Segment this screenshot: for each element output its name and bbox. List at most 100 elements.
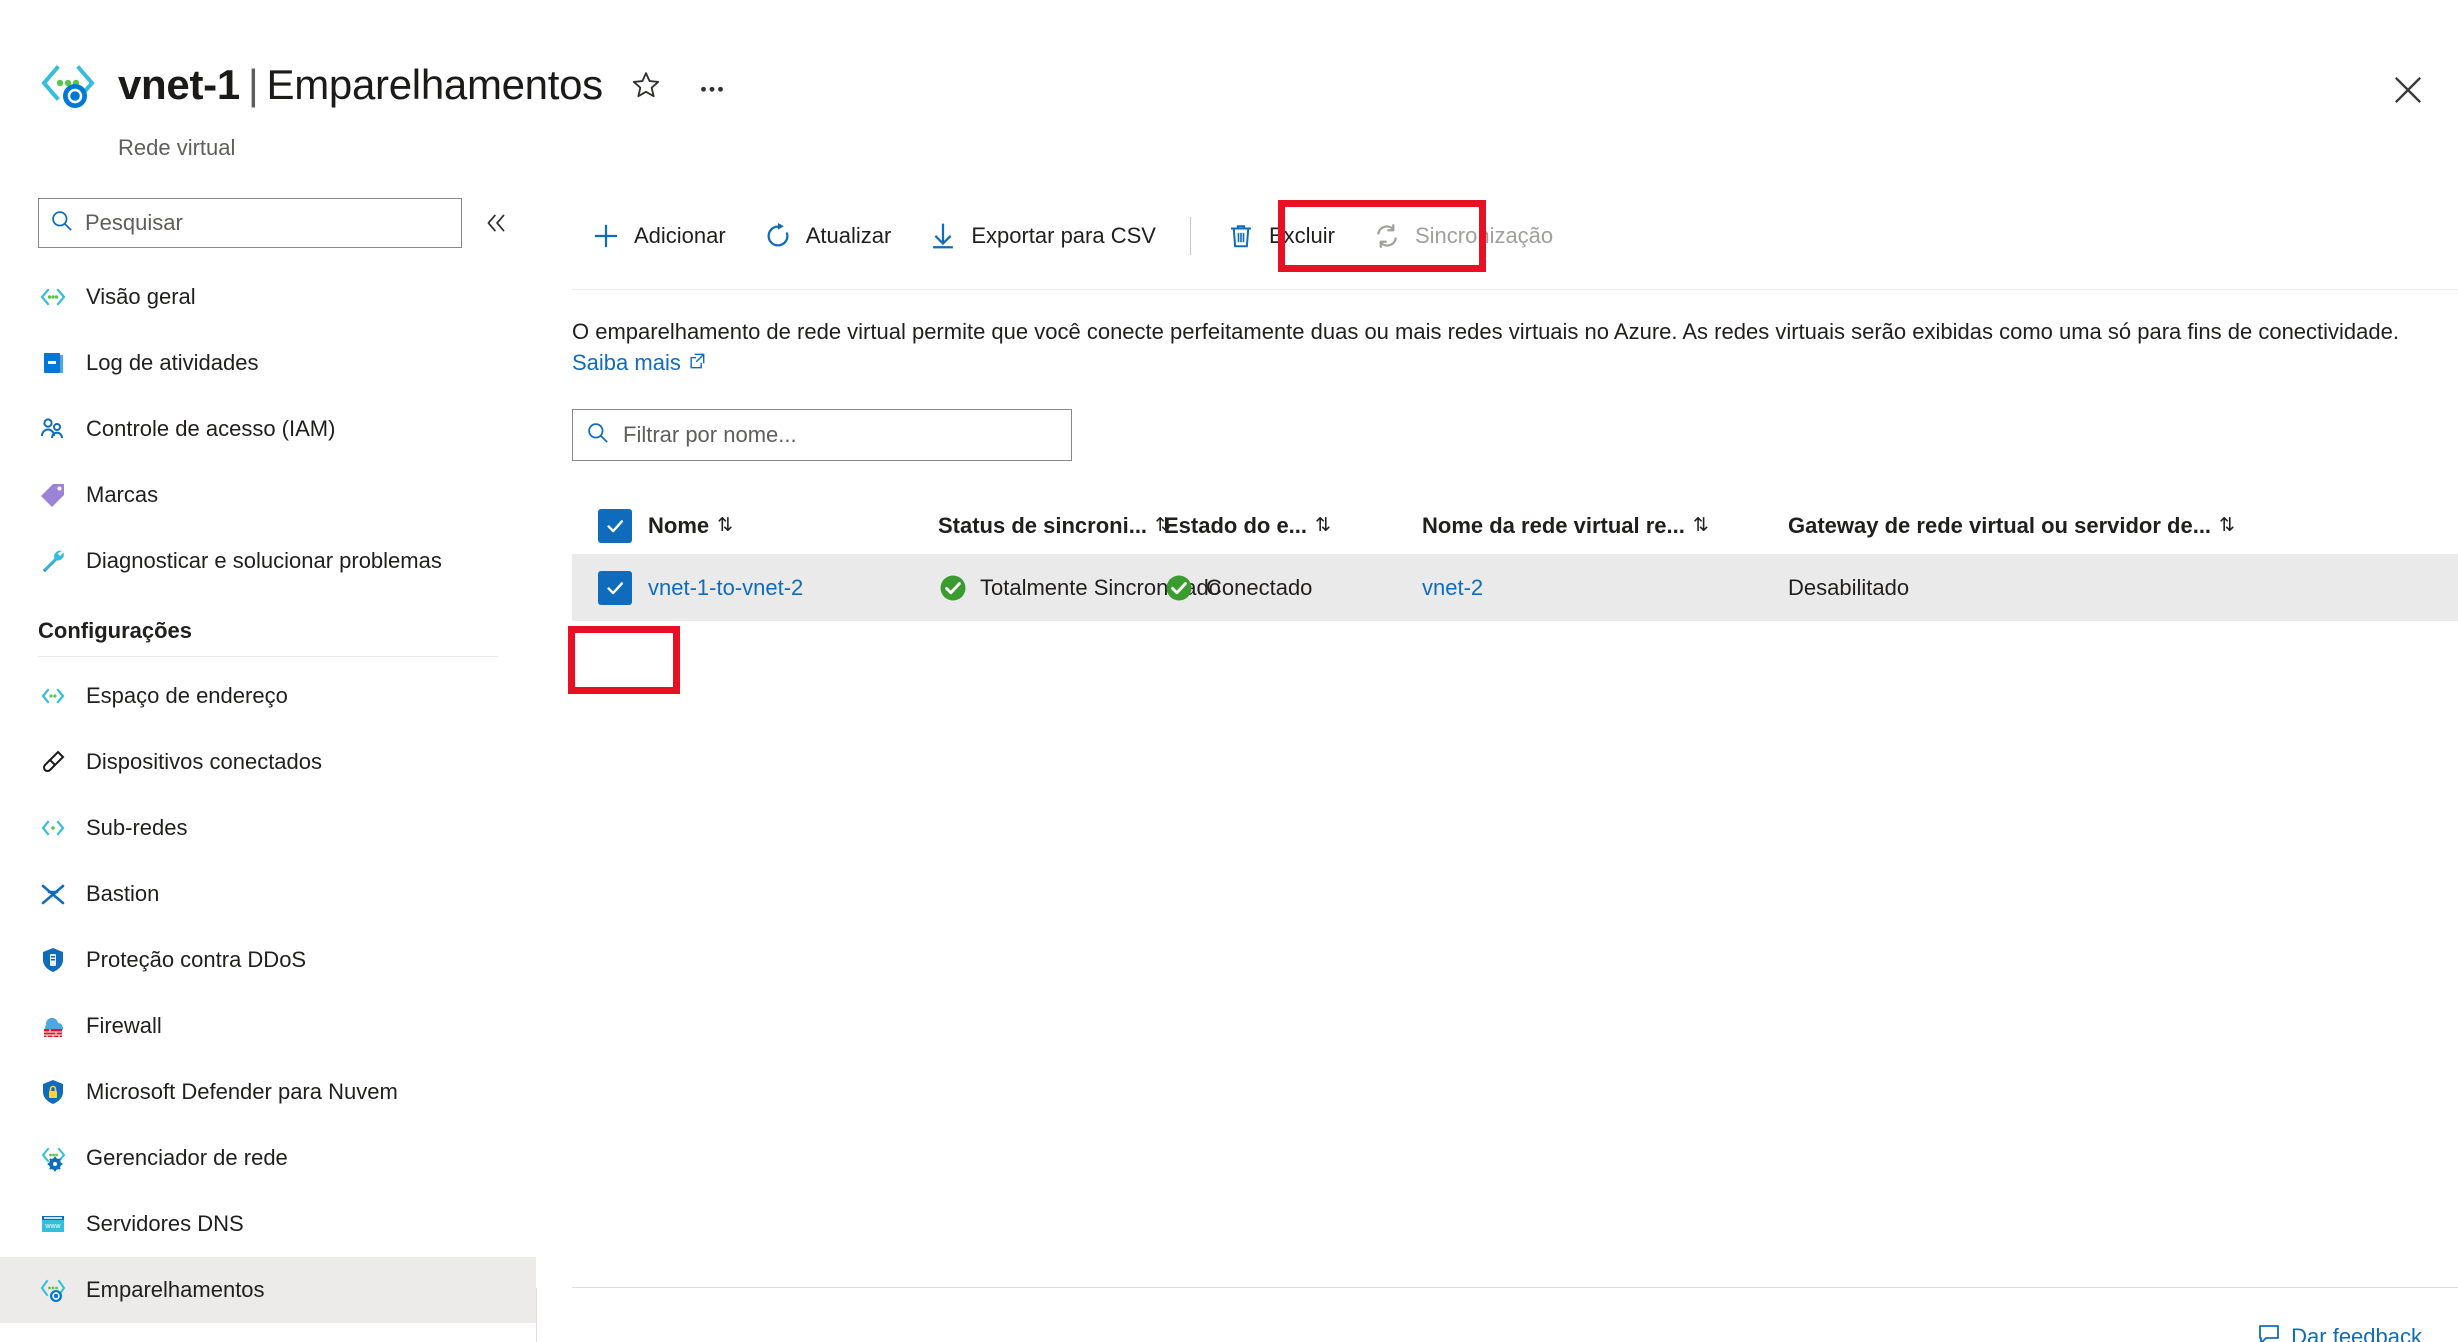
sidebar-item-diagnosticar[interactable]: Diagnosticar e solucionar problemas [0,528,536,594]
azure-portal-blade: vnet-1 | Emparelhamentos Rede virtual Pe… [0,0,2458,1342]
trash-icon [1225,220,1257,252]
sidebar-item-label: Emparelhamentos [86,1277,265,1302]
sidebar-nav: Visão geral Log de atividades Controle d… [0,264,536,1323]
blade-sidebar: Pesquisar Visão geral Log de atividades … [0,182,536,1342]
subnet-icon [38,813,68,843]
download-icon [927,220,959,252]
sidebar-item-marcas[interactable]: Marcas [0,462,536,528]
sidebar-item-label: Log de atividades [86,350,259,375]
blade-header: vnet-1 | Emparelhamentos Rede virtual [0,0,2458,180]
sidebar-item-microsoft-defender[interactable]: Microsoft Defender para Nuvem [0,1059,536,1125]
check-circle-green-icon [938,573,968,603]
feedback-link[interactable]: Dar feedback [2257,1322,2422,1342]
resource-type-subtitle: Rede virtual [118,135,236,160]
table-row[interactable]: vnet-1-to-vnet-2 Totalmente Sincronizado [572,555,2458,622]
sidebar-item-label: Microsoft Defender para Nuvem [86,1079,398,1104]
export-csv-button-label: Exportar para CSV [971,223,1156,248]
sidebar-item-label: Gerenciador de rede [86,1145,288,1170]
sidebar-search-row: Pesquisar [38,198,516,248]
toolbar-underline [572,289,2458,290]
sidebar-item-label: Diagnosticar e solucionar problemas [86,548,442,573]
sort-updown-icon: ⇅ [717,515,734,537]
column-header-estado-emparelhamento[interactable]: Estado do e... ⇅ [1164,513,1422,539]
select-all-checkbox[interactable] [598,508,632,543]
sidebar-item-label: Dispositivos conectados [86,749,323,774]
sidebar-item-emparelhamentos[interactable]: Emparelhamentos [0,1257,536,1323]
cell-remote-vnet: vnet-2 [1422,575,1788,601]
toolbar-divider [1189,217,1191,255]
sort-updown-icon: ⇅ [1692,515,1709,537]
blade-content: Adicionar Atualizar Exportar para CSV Ex… [572,182,2458,1342]
peering-name-link[interactable]: vnet-1-to-vnet-2 [648,575,803,601]
blade-name: Emparelhamentos [266,61,604,108]
sort-updown-icon: ⇅ [1315,515,1331,537]
column-header-status-sincronizacao[interactable]: Status de sincroni... ⇅ [938,513,1171,539]
sidebar-item-dispositivos-conectados[interactable]: Dispositivos conectados [0,729,536,795]
resource-name: vnet-1 [118,61,240,108]
delete-button[interactable]: Excluir [1207,205,1353,267]
sidebar-item-label: Espaço de endereço [86,683,288,708]
sidebar-item-protecao-ddos[interactable]: Proteção contra DDoS [0,927,536,993]
export-csv-button[interactable]: Exportar para CSV [909,205,1174,267]
chevron-double-left-icon[interactable] [476,203,516,243]
add-button[interactable]: Adicionar [572,205,744,267]
refresh-icon [762,220,794,252]
sidebar-item-label: Visão geral [86,284,196,309]
external-link-icon [687,348,707,379]
column-header-label: Nome [648,512,710,538]
sidebar-item-servidores-dns[interactable]: www Servidores DNS [0,1191,536,1257]
svg-text:www: www [44,1223,61,1230]
row-checkbox[interactable] [598,571,632,606]
peerings-table: Nome ⇅ Status de sincroni... ⇅ Estado do… [572,497,2458,622]
remote-vnet-link[interactable]: vnet-2 [1422,575,1483,601]
column-header-gateway[interactable]: Gateway de rede virtual ou servidor de..… [1788,513,2458,539]
tag-icon [38,480,68,510]
troubleshoot-icon [38,546,68,576]
sidebar-item-espaco-de-endereco[interactable]: Espaço de endereço [0,663,536,729]
cell-peering-name: vnet-1-to-vnet-2 [648,575,938,601]
column-header-nome-rede-virtual-remota[interactable]: Nome da rede virtual re... ⇅ [1422,513,1788,539]
gateway-text: Desabilitado [1788,575,1910,601]
sidebar-item-label: Proteção contra DDoS [86,947,307,972]
plus-icon [590,220,622,252]
ellipsis-icon[interactable] [689,62,735,108]
check-circle-green-icon [1164,573,1194,603]
column-header-label: Gateway de rede virtual ou servidor de..… [1788,512,2212,538]
star-icon[interactable] [623,62,669,108]
cell-peering-state: Conectado [1164,573,1422,603]
sidebar-item-controle-de-acesso[interactable]: Controle de acesso (IAM) [0,396,536,462]
sidebar-item-label: Servidores DNS [86,1211,244,1236]
dns-server-icon: www [38,1209,68,1239]
sidebar-item-label: Controle de acesso (IAM) [86,416,336,441]
sidebar-item-bastion[interactable]: Bastion [0,861,536,927]
sync-button-label: Sincronização [1414,223,1554,248]
vnet-icon [38,282,68,312]
address-space-icon [38,681,68,711]
learn-more-link[interactable]: Saiba mais [572,350,681,375]
sidebar-item-visao-geral[interactable]: Visão geral [0,264,536,330]
bastion-icon [38,879,68,909]
command-toolbar: Adicionar Atualizar Exportar para CSV Ex… [572,182,2458,290]
row-select-cell [572,571,648,606]
sidebar-item-log-de-atividades[interactable]: Log de atividades [0,330,536,396]
column-header-label: Nome da rede virtual re... [1422,512,1685,538]
filter-input[interactable]: Filtrar por nome... [572,409,1072,462]
refresh-button[interactable]: Atualizar [744,205,910,267]
table-header-row: Nome ⇅ Status de sincroni... ⇅ Estado do… [572,497,2458,556]
sidebar-item-label: Bastion [86,881,160,906]
search-input[interactable]: Pesquisar [38,198,462,248]
filter-placeholder: Filtrar por nome... [623,422,797,448]
sidebar-item-gerenciador-de-rede[interactable]: Gerenciador de rede [0,1125,536,1191]
title-separator: | [247,61,259,108]
sidebar-item-sub-redes[interactable]: Sub-redes [0,795,536,861]
feedback-icon [2257,1322,2281,1342]
defender-shield-icon [38,1077,68,1107]
column-header-label: Estado do e... [1164,512,1308,538]
close-icon[interactable] [2380,62,2436,118]
sidebar-item-firewall[interactable]: Firewall [0,993,536,1059]
sidebar-item-label: Marcas [86,482,159,507]
peering-state-text: Conectado [1206,575,1313,601]
column-header-nome[interactable]: Nome ⇅ [648,513,938,539]
peering-description: O emparelhamento de rede virtual permite… [572,316,2417,379]
virtual-network-peering-icon [38,55,98,115]
